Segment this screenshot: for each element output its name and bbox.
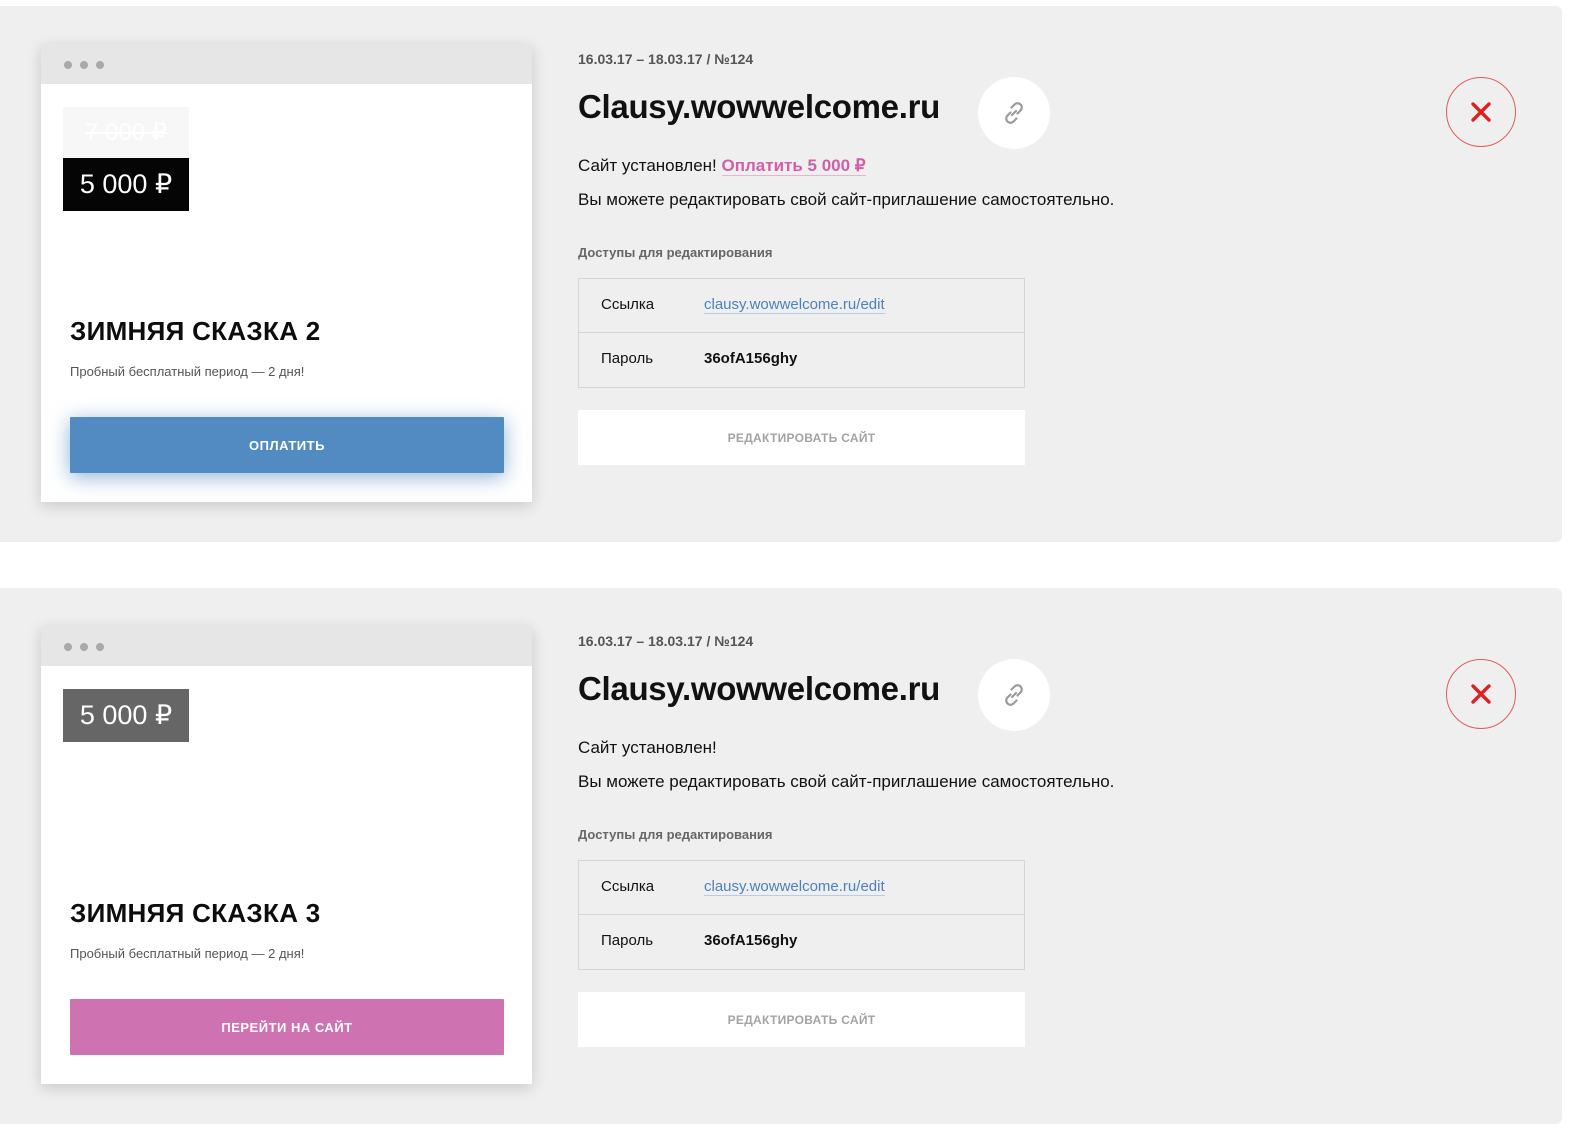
go-to-site-button[interactable]: ПЕРЕЙТИ НА САЙТ (70, 999, 504, 1055)
password-label: Пароль (601, 350, 654, 367)
window-dot (64, 61, 72, 69)
site-preview: 7 000 ₽ 5 000 ₽ ЗИМНЯЯ СКАЗКА 2 Пробный … (41, 44, 532, 502)
edit-url-link[interactable]: clausy.wowwelcome.ru/edit (704, 296, 885, 314)
link-icon (1005, 684, 1023, 706)
trial-note: Пробный бесплатный период — 2 дня! (70, 364, 305, 379)
window-dot (80, 61, 88, 69)
preview-window-bar (41, 626, 532, 666)
access-title: Доступы для редактирования (578, 827, 773, 842)
window-dot (64, 643, 72, 651)
preview-window-bar (41, 44, 532, 84)
access-row-password: Пароль 36ofA156ghy (579, 332, 1024, 386)
close-button[interactable] (1446, 659, 1516, 729)
window-dot (96, 61, 104, 69)
status-text: Сайт установлен! (578, 156, 717, 175)
description: Вы можете редактировать свой сайт-пригла… (578, 772, 1115, 791)
close-button[interactable] (1446, 77, 1516, 147)
pay-button[interactable]: ОПЛАТИТЬ (70, 417, 504, 473)
access-row-link: Ссылка clausy.wowwelcome.ru/edit (579, 279, 1024, 332)
window-dot (96, 643, 104, 651)
order-meta: 16.03.17 – 18.03.17 / №124 (578, 51, 754, 67)
old-price: 7 000 ₽ (63, 107, 189, 159)
window-dot (80, 643, 88, 651)
password-value: 36ofA156ghy (704, 350, 798, 367)
edit-url-link[interactable]: clausy.wowwelcome.ru/edit (704, 878, 885, 896)
edit-site-button[interactable]: РЕДАКТИРОВАТЬ САЙТ (578, 992, 1025, 1047)
close-icon (1471, 684, 1491, 704)
copy-link-button[interactable] (978, 77, 1050, 149)
theme-name: ЗИМНЯЯ СКАЗКА 2 (70, 316, 321, 346)
price-tag: 5 000 ₽ (63, 689, 189, 742)
pay-link[interactable]: Оплатить 5 000 ₽ (721, 156, 866, 176)
access-table: Ссылка clausy.wowwelcome.ru/edit Пароль … (578, 860, 1025, 970)
password-label: Пароль (601, 932, 654, 949)
status-text: Сайт установлен! (578, 738, 717, 757)
order-card: 7 000 ₽ 5 000 ₽ ЗИМНЯЯ СКАЗКА 2 Пробный … (0, 6, 1562, 542)
edit-site-button[interactable]: РЕДАКТИРОВАТЬ САЙТ (578, 410, 1025, 465)
description: Вы можете редактировать свой сайт-пригла… (578, 190, 1115, 209)
status-line: Сайт установлен! (578, 738, 717, 758)
site-domain: Clausy.wowwelcome.ru (578, 88, 940, 125)
site-preview: 5 000 ₽ ЗИМНЯЯ СКАЗКА 3 Пробный бесплатн… (41, 626, 532, 1084)
access-title: Доступы для редактирования (578, 245, 773, 260)
access-table: Ссылка clausy.wowwelcome.ru/edit Пароль … (578, 278, 1025, 388)
close-icon (1471, 102, 1491, 122)
link-icon (1005, 102, 1023, 124)
password-value: 36ofA156ghy (704, 932, 798, 949)
access-row-password: Пароль 36ofA156ghy (579, 914, 1024, 968)
theme-name: ЗИМНЯЯ СКАЗКА 3 (70, 898, 321, 928)
site-domain: Clausy.wowwelcome.ru (578, 670, 940, 707)
access-row-link: Ссылка clausy.wowwelcome.ru/edit (579, 861, 1024, 914)
order-meta: 16.03.17 – 18.03.17 / №124 (578, 633, 754, 649)
link-label: Ссылка (601, 296, 655, 313)
link-label: Ссылка (601, 878, 655, 895)
order-card: 5 000 ₽ ЗИМНЯЯ СКАЗКА 3 Пробный бесплатн… (0, 588, 1562, 1124)
status-line: Сайт установлен! Оплатить 5 000 ₽ (578, 156, 866, 176)
trial-note: Пробный бесплатный период — 2 дня! (70, 946, 305, 961)
price-tag: 5 000 ₽ (63, 158, 189, 211)
copy-link-button[interactable] (978, 659, 1050, 731)
